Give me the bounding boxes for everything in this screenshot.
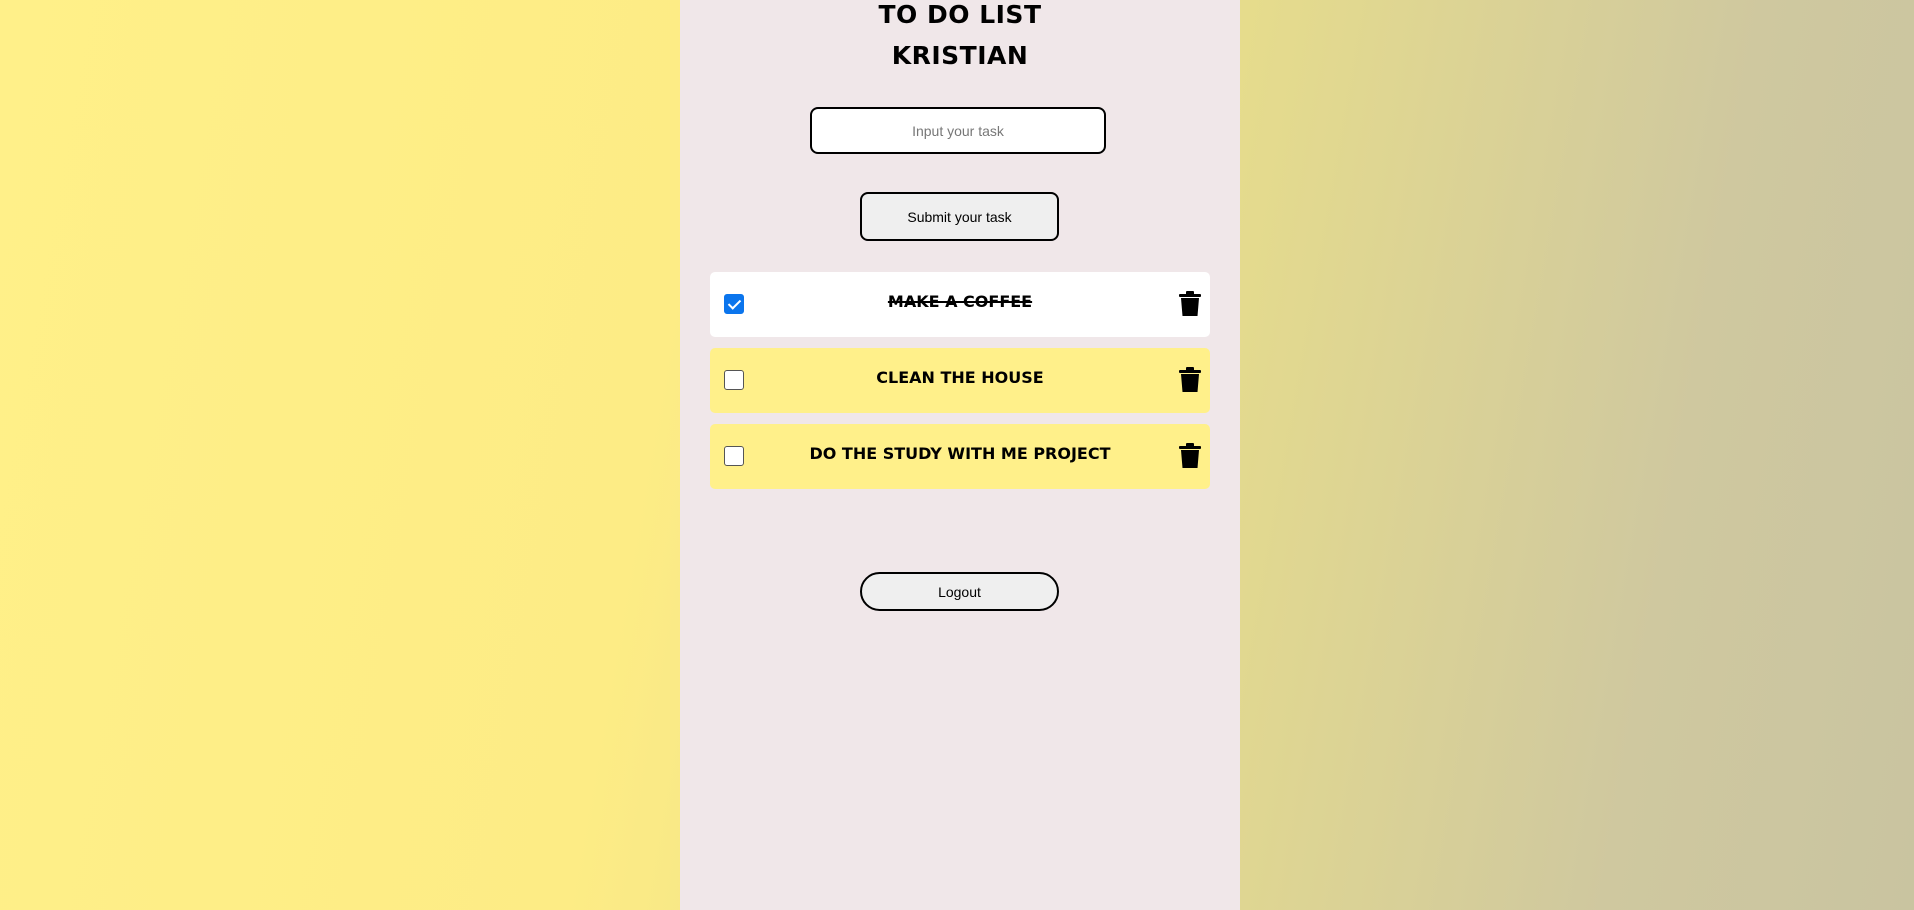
trash-icon[interactable] [1178, 367, 1202, 393]
task-checkbox[interactable] [724, 370, 744, 390]
task-label: Make a coffee [887, 292, 1033, 311]
task-item: Clean the house [710, 348, 1210, 413]
trash-icon[interactable] [1178, 443, 1202, 469]
submit-task-button[interactable]: Submit your task [860, 192, 1059, 241]
task-item: Make a coffee [710, 272, 1210, 337]
todo-panel: TO DO LIST KRISTIAN Submit your task Mak… [680, 0, 1240, 910]
user-name: KRISTIAN [891, 41, 1029, 70]
logout-button[interactable]: Logout [860, 572, 1059, 611]
task-checkbox[interactable] [724, 446, 744, 466]
task-input[interactable] [810, 107, 1106, 154]
task-item: Do the study with me project [710, 424, 1210, 489]
task-label: Clean the house [876, 368, 1044, 387]
task-checkbox[interactable] [724, 294, 744, 314]
task-label: Do the study with me project [809, 444, 1111, 463]
task-list: Make a coffee Clean the house Do the stu… [710, 272, 1210, 500]
trash-icon[interactable] [1178, 291, 1202, 317]
app-title: TO DO LIST [878, 0, 1042, 29]
